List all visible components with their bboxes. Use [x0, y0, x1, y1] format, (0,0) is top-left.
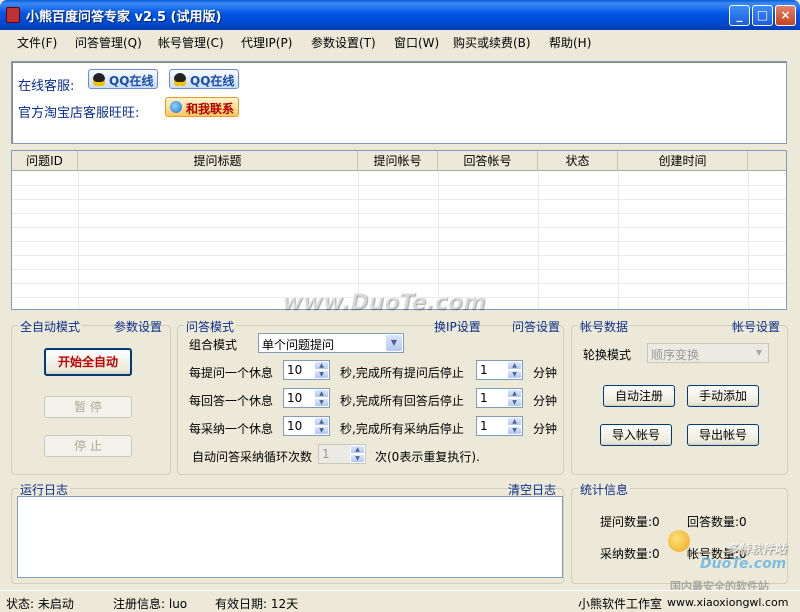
- menu-account-manage[interactable]: 帐号管理(C): [158, 34, 224, 51]
- qq-online-button-2[interactable]: QQ在线: [169, 69, 240, 89]
- col-ask-account[interactable]: 提问帐号: [358, 151, 438, 171]
- chevron-down-icon[interactable]: ▼: [386, 335, 402, 351]
- duote-watermark: www.DuoTe.com: [282, 290, 486, 315]
- loop-count-stepper[interactable]: 1 ▲ ▼: [318, 444, 366, 464]
- menu-proxy-ip[interactable]: 代理IP(P): [241, 34, 292, 51]
- qa-mode-title: 问答模式: [184, 318, 237, 335]
- window-title: 小熊百度问答专家 v2.5 (试用版): [26, 10, 222, 25]
- col-answer-account[interactable]: 回答帐号: [438, 151, 538, 171]
- title-bar[interactable]: 小熊百度问答专家 v2.5 (试用版) _ □ ×: [0, 0, 800, 30]
- wangwang-contact-button[interactable]: 和我联系: [165, 97, 240, 117]
- start-auto-button[interactable]: 开始全自动: [44, 348, 132, 376]
- col-created-time[interactable]: 创建时间: [618, 151, 748, 171]
- qq-online-button-1[interactable]: QQ在线: [88, 69, 159, 89]
- adopt-rest-value: 10: [287, 419, 303, 433]
- menu-file[interactable]: 文件(F): [17, 34, 57, 51]
- status-registration: 注册信息: luo: [113, 597, 188, 611]
- chevron-down-icon[interactable]: ▼: [751, 345, 767, 361]
- menu-bar: 文件(F) 问答管理(Q) 帐号管理(C) 代理IP(P) 参数设置(T) 窗口…: [0, 30, 800, 52]
- loop-count-value: 1: [322, 447, 330, 461]
- menu-params[interactable]: 参数设置(T): [311, 34, 376, 51]
- taobao-service-label: 官方淘宝店客服旺旺:: [18, 106, 140, 121]
- question-table[interactable]: 问题ID 提问标题 提问帐号 回答帐号 状态 创建时间: [11, 150, 787, 310]
- adopt-stop-value: 1: [480, 419, 488, 433]
- stop-button[interactable]: 停 止: [44, 435, 132, 457]
- ask-rest-stepper[interactable]: 10 ▲ ▼: [283, 360, 330, 380]
- spin-buttons[interactable]: ▲ ▼: [507, 361, 522, 379]
- answer-rest-label: 每回答一个休息: [189, 394, 274, 408]
- rotate-mode-value: 顺序变换: [651, 348, 700, 362]
- support-panel: 在线客服: QQ在线 QQ在线 官方淘宝店客服旺旺: 和我联系: [11, 61, 787, 144]
- col-question-title[interactable]: 提问标题: [78, 151, 358, 171]
- account-settings-link[interactable]: 帐号设置: [732, 318, 780, 335]
- ask-rest-value: 10: [287, 363, 303, 377]
- combo-mode-label: 组合模式: [189, 338, 238, 352]
- col-status[interactable]: 状态: [538, 151, 618, 171]
- manual-add-button[interactable]: 手动添加: [687, 385, 759, 407]
- account-data-title: 帐号数据: [578, 318, 631, 335]
- auto-register-button[interactable]: 自动注册: [603, 385, 675, 407]
- app-icon: [6, 7, 20, 23]
- menu-help[interactable]: 帮助(H): [549, 34, 591, 51]
- answer-rest-stepper[interactable]: 10 ▲ ▼: [283, 388, 330, 408]
- export-account-button[interactable]: 导出帐号: [687, 424, 759, 446]
- combo-mode-value: 单个问题提问: [262, 338, 335, 352]
- ask-count: 提问数量:0: [600, 515, 660, 529]
- adopt-stop-label: 秒,完成所有采纳后停止: [340, 422, 464, 436]
- import-account-button[interactable]: 导入帐号: [600, 424, 672, 446]
- ask-stop-label: 秒,完成所有提问后停止: [340, 366, 464, 380]
- rotate-mode-label: 轮换模式: [583, 348, 632, 362]
- duote-logo-text: DuoTe.com: [700, 556, 787, 572]
- menu-qa-manage[interactable]: 问答管理(Q): [75, 34, 142, 51]
- minimize-button[interactable]: _: [729, 5, 750, 26]
- table-header: 问题ID 提问标题 提问帐号 回答帐号 状态 创建时间: [12, 151, 786, 171]
- answer-rest-value: 10: [287, 391, 303, 405]
- loop-count-label: 自动问答采纳循环次数: [192, 450, 313, 464]
- pause-button[interactable]: 暂 停: [44, 396, 132, 418]
- ip-settings-link[interactable]: 换IP设置: [434, 318, 481, 335]
- spin-buttons[interactable]: ▲ ▼: [314, 417, 329, 435]
- ask-rest-label: 每提问一个休息: [189, 366, 274, 380]
- minutes-label: 分钟: [533, 366, 558, 380]
- close-button[interactable]: ×: [775, 5, 796, 26]
- answer-stop-label: 秒,完成所有回答后停止: [340, 394, 464, 408]
- online-service-label: 在线客服:: [18, 79, 75, 94]
- adopt-count: 采纳数量:0: [600, 547, 660, 561]
- duote-logo-icon: [668, 530, 690, 552]
- adopt-rest-label: 每采纳一个休息: [189, 422, 274, 436]
- ask-stop-stepper[interactable]: 1 ▲ ▼: [476, 360, 523, 380]
- menu-window[interactable]: 窗口(W): [394, 34, 439, 51]
- auto-mode-title: 全自动模式: [18, 318, 83, 335]
- status-website[interactable]: www.xiaoxiongwl.com: [667, 596, 788, 609]
- answer-stop-stepper[interactable]: 1 ▲ ▼: [476, 388, 523, 408]
- spin-buttons[interactable]: ▲ ▼: [314, 389, 329, 407]
- stats-title: 统计信息: [578, 481, 631, 498]
- minutes-label: 分钟: [533, 422, 558, 436]
- duote-logo-cn: 多特软件站: [726, 542, 787, 556]
- spin-buttons[interactable]: ▲ ▼: [507, 417, 522, 435]
- answer-count: 回答数量:0: [687, 515, 747, 529]
- adopt-stop-stepper[interactable]: 1 ▲ ▼: [476, 416, 523, 436]
- adopt-rest-stepper[interactable]: 10 ▲ ▼: [283, 416, 330, 436]
- rotate-mode-select[interactable]: 顺序变换 ▼: [647, 343, 769, 363]
- status-studio: 小熊软件工作室: [578, 597, 663, 611]
- maximize-button[interactable]: □: [752, 5, 773, 26]
- spin-buttons[interactable]: ▲ ▼: [350, 445, 365, 463]
- combo-mode-select[interactable]: 单个问题提问 ▼: [258, 333, 404, 353]
- run-log-textarea[interactable]: [17, 496, 563, 578]
- status-state: 状态: 未启动: [6, 597, 74, 611]
- status-valid-date: 有效日期: 12天: [215, 597, 299, 611]
- spin-buttons[interactable]: ▲ ▼: [314, 361, 329, 379]
- spin-buttons[interactable]: ▲ ▼: [507, 389, 522, 407]
- auto-params-link[interactable]: 参数设置: [114, 318, 162, 335]
- loop-count-suffix: 次(0表示重复执行).: [375, 450, 480, 464]
- col-question-id[interactable]: 问题ID: [12, 151, 78, 171]
- ask-stop-value: 1: [480, 363, 488, 377]
- qa-settings-link[interactable]: 问答设置: [512, 318, 560, 335]
- status-bar: 状态: 未启动 注册信息: luo 有效日期: 12天 小熊软件工作室 www.…: [0, 590, 800, 612]
- menu-buy[interactable]: 购买或续费(B): [453, 34, 531, 51]
- answer-stop-value: 1: [480, 391, 488, 405]
- minutes-label: 分钟: [533, 394, 558, 408]
